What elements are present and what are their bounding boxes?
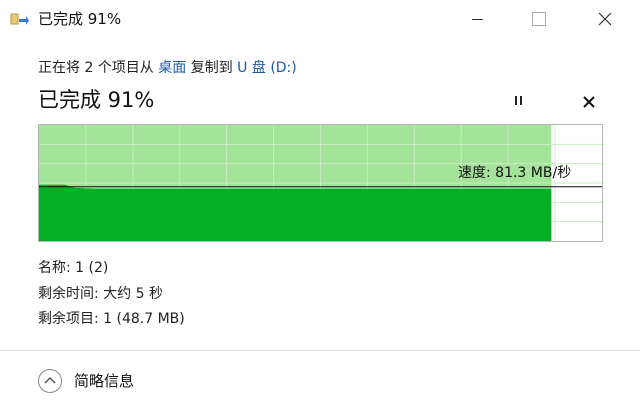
- copy-icon: [10, 11, 30, 29]
- fewer-details-label: 简略信息: [74, 372, 135, 390]
- chevron-up-icon: [38, 369, 62, 393]
- percent-complete: 已完成 91%: [38, 88, 155, 112]
- close-icon: [598, 12, 612, 26]
- speed-label: 速度: 81.3 MB/秒: [458, 165, 572, 181]
- source-link[interactable]: 桌面: [158, 60, 186, 76]
- pause-icon-bar: [520, 96, 522, 105]
- time-remaining: 剩余时间: 大约 5 秒: [38, 286, 163, 302]
- throughput-area: [39, 184, 552, 241]
- footer-divider: [0, 350, 640, 351]
- destination-link[interactable]: U 盘 (D:): [237, 60, 297, 76]
- pause-button[interactable]: [508, 90, 530, 112]
- fewer-details-toggle[interactable]: 简略信息: [38, 369, 158, 397]
- pause-icon: [515, 96, 517, 105]
- progress-graph-svg: [39, 125, 602, 241]
- subtitle-middle: 复制到: [186, 60, 238, 76]
- minimize-button[interactable]: [455, 0, 501, 38]
- cancel-button[interactable]: [578, 90, 600, 112]
- close-icon: [583, 96, 595, 108]
- items-remaining: 剩余项目: 1 (48.7 MB): [38, 311, 185, 327]
- close-window-button[interactable]: [582, 0, 628, 38]
- title-bar: 已完成 91%: [0, 0, 640, 38]
- file-name: 名称: 1 (2): [38, 260, 109, 276]
- copy-description: 正在将 2 个项目从 桌面 复制到 U 盘 (D:): [38, 58, 297, 78]
- maximize-button[interactable]: [516, 0, 562, 38]
- progress-graph: [38, 124, 603, 242]
- window-title: 已完成 91%: [38, 10, 122, 28]
- minimize-icon: [472, 19, 483, 20]
- subtitle-prefix: 正在将 2 个项目从: [38, 60, 159, 76]
- maximize-icon: [532, 12, 546, 26]
